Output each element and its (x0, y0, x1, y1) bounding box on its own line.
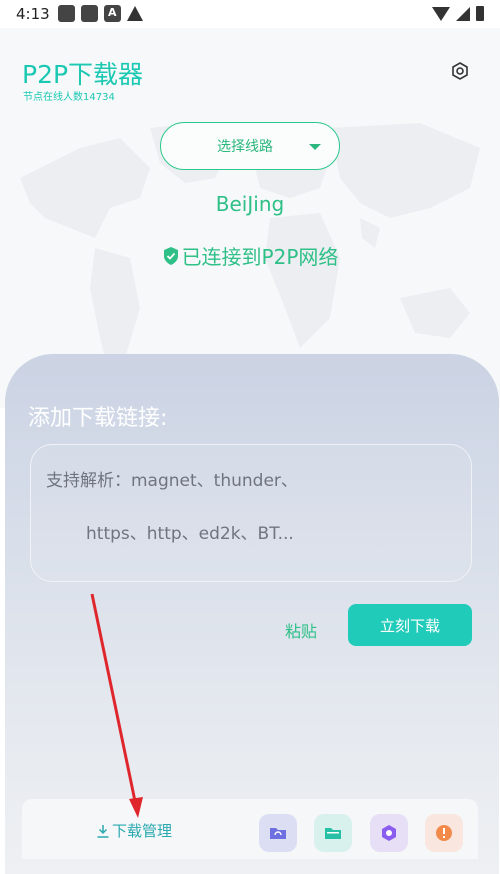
battery-icon (476, 6, 484, 21)
hexagon-icon (382, 825, 396, 841)
connection-status: 已连接到P2P网络 (0, 241, 500, 270)
download-icon (97, 824, 109, 838)
notification-app-icon (81, 5, 98, 22)
download-manager-label: 下载管理 (112, 822, 173, 840)
signal-icon (456, 6, 470, 21)
system-icons (432, 6, 484, 21)
link-input[interactable] (30, 444, 472, 582)
bottom-toolbar (22, 799, 478, 859)
app-title: P2P下载器 (22, 60, 144, 89)
paste-button[interactable]: 粘贴 (285, 618, 317, 642)
hexagon-tool-button[interactable] (370, 814, 408, 852)
link-input-placeholder-line1: 支持解析：magnet、thunder、 (46, 471, 298, 491)
route-select-label: 选择线路 (217, 139, 273, 155)
wifi-icon (432, 6, 450, 21)
info-tool-button[interactable] (425, 814, 463, 852)
settings-icon[interactable] (451, 62, 469, 80)
link-input-placeholder-line2: https、http、ed2k、BT... (86, 524, 294, 544)
chevron-down-icon (309, 144, 321, 150)
shield-check-icon (163, 246, 178, 265)
alert-icon (436, 825, 452, 841)
online-node-count: 节点在线人数14734 (23, 92, 115, 103)
route-select-button[interactable]: 选择线路 (160, 122, 340, 170)
status-bar: 4:13 (0, 0, 500, 28)
warning-icon (127, 6, 143, 21)
notification-app-icon (58, 5, 75, 22)
download-now-button[interactable]: 立刻下载 (348, 604, 472, 646)
folder-tool-button[interactable] (314, 814, 352, 852)
notification-icons (58, 5, 143, 22)
folder-icon (325, 828, 341, 839)
folder-sync-icon (270, 828, 286, 839)
download-manager-button[interactable]: 下载管理 (96, 820, 172, 841)
notification-a-icon (104, 5, 121, 22)
connection-status-text: 已连接到P2P网络 (181, 245, 339, 269)
status-time: 4:13 (16, 5, 50, 23)
server-city: BeiJing (215, 192, 285, 216)
file-transfer-tool-button[interactable] (259, 814, 297, 852)
add-link-title: 添加下载链接: (28, 406, 168, 431)
